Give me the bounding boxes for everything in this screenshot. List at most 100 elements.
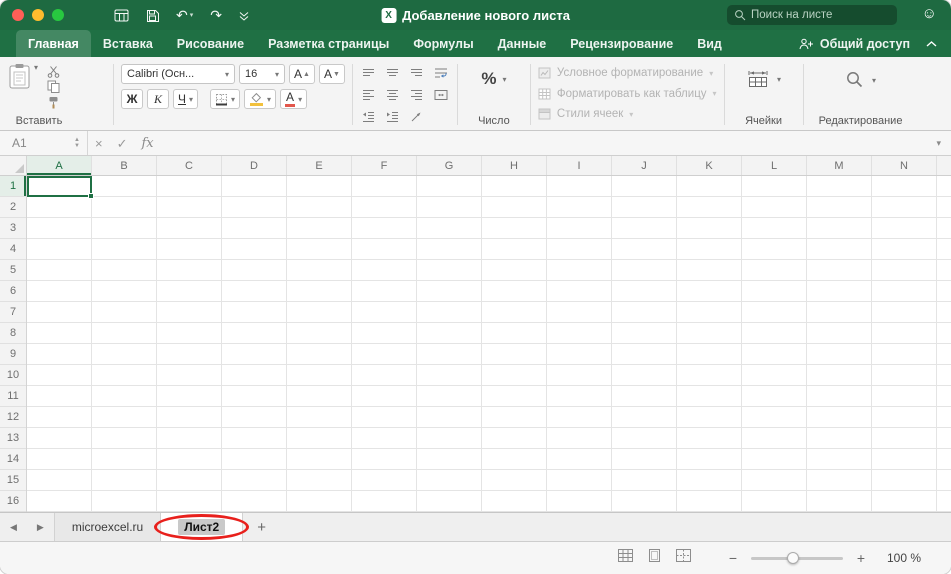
- align-center-icon[interactable]: [386, 89, 399, 101]
- collapse-ribbon-icon[interactable]: [920, 30, 951, 57]
- column-header-L[interactable]: L: [742, 156, 807, 175]
- increase-indent-icon[interactable]: [386, 111, 399, 123]
- align-middle-icon[interactable]: [386, 68, 399, 78]
- merge-cells-icon[interactable]: [434, 89, 448, 101]
- row-header-5[interactable]: 5: [0, 260, 26, 281]
- increase-font-size-button[interactable]: A▲: [289, 64, 315, 84]
- row-header-1[interactable]: 1: [0, 176, 26, 197]
- column-header-F[interactable]: F: [352, 156, 417, 175]
- column-header-K[interactable]: K: [677, 156, 742, 175]
- page-layout-view-icon[interactable]: [648, 549, 661, 567]
- excel-table-icon[interactable]: [114, 9, 129, 22]
- add-sheet-button[interactable]: +: [243, 513, 280, 541]
- row-header-9[interactable]: 9: [0, 344, 26, 365]
- column-header-E[interactable]: E: [287, 156, 352, 175]
- tab-page-layout[interactable]: Разметка страницы: [256, 30, 401, 57]
- font-name-select[interactable]: Calibri (Осн... ▾: [121, 64, 235, 84]
- active-cell-selection[interactable]: [27, 176, 92, 197]
- text-orientation-icon[interactable]: [410, 111, 422, 123]
- sheet-tab-rename-field[interactable]: Лист2: [178, 519, 225, 535]
- paste-dropdown-icon[interactable]: ▾: [34, 63, 38, 72]
- enter-icon[interactable]: ✓: [117, 137, 128, 150]
- normal-view-icon[interactable]: [618, 549, 633, 567]
- font-color-button[interactable]: А ▾: [280, 89, 307, 109]
- feedback-smiley-icon[interactable]: ☺: [922, 6, 937, 21]
- tab-data[interactable]: Данные: [486, 30, 559, 57]
- paste-button[interactable]: ▾: [8, 61, 38, 115]
- row-header-7[interactable]: 7: [0, 302, 26, 323]
- copy-icon[interactable]: [47, 80, 60, 94]
- cells-canvas[interactable]: [27, 176, 951, 512]
- customize-toolbar-icon[interactable]: [239, 10, 249, 21]
- name-box-stepper[interactable]: ▲▼: [74, 137, 80, 149]
- align-right-icon[interactable]: [410, 89, 423, 101]
- redo-icon[interactable]: ↷: [210, 8, 222, 22]
- font-size-select[interactable]: 16 ▾: [239, 64, 285, 84]
- column-header-D[interactable]: D: [222, 156, 287, 175]
- insert-function-icon[interactable]: fx: [142, 137, 154, 150]
- underline-button[interactable]: Ч▾: [173, 89, 198, 109]
- decrease-indent-icon[interactable]: [362, 111, 375, 123]
- column-header-H[interactable]: H: [482, 156, 547, 175]
- column-header-A[interactable]: A: [27, 156, 92, 175]
- column-header-M[interactable]: M: [807, 156, 872, 175]
- tab-draw[interactable]: Рисование: [165, 30, 256, 57]
- zoom-slider-thumb[interactable]: [787, 552, 799, 564]
- format-painter-icon[interactable]: [47, 95, 60, 109]
- zoom-button[interactable]: [52, 9, 64, 21]
- row-header-8[interactable]: 8: [0, 323, 26, 344]
- tab-formulas[interactable]: Формулы: [401, 30, 485, 57]
- name-box[interactable]: A1 ▲▼: [0, 131, 88, 155]
- column-header-B[interactable]: B: [92, 156, 157, 175]
- conditional-formatting-button[interactable]: Условное форматирование ▾: [538, 63, 717, 83]
- align-left-icon[interactable]: [362, 89, 375, 101]
- share-button[interactable]: Общий доступ: [789, 30, 920, 57]
- undo-dropdown-icon[interactable]: ▾: [190, 12, 194, 19]
- row-header-2[interactable]: 2: [0, 197, 26, 218]
- cell-styles-button[interactable]: Стили ячеек ▾: [538, 104, 717, 124]
- sheet-tab-list2[interactable]: Лист2: [161, 513, 243, 541]
- column-header-N[interactable]: N: [872, 156, 937, 175]
- select-all-corner[interactable]: [0, 156, 27, 175]
- cut-icon[interactable]: [47, 64, 60, 78]
- column-header-I[interactable]: I: [547, 156, 612, 175]
- zoom-in-button[interactable]: +: [855, 551, 867, 565]
- sheet-tab-microexcel[interactable]: microexcel.ru: [54, 513, 161, 541]
- decrease-font-size-button[interactable]: A▼: [319, 64, 345, 84]
- formula-bar-expand-icon[interactable]: ▾: [926, 138, 951, 149]
- row-header-4[interactable]: 4: [0, 239, 26, 260]
- row-header-12[interactable]: 12: [0, 407, 26, 428]
- row-header-15[interactable]: 15: [0, 470, 26, 491]
- format-as-table-button[interactable]: Форматировать как таблицу ▾: [538, 84, 717, 104]
- zoom-level-label[interactable]: 100 %: [879, 551, 921, 565]
- tab-review[interactable]: Рецензирование: [558, 30, 685, 57]
- minimize-button[interactable]: [32, 9, 44, 21]
- bold-button[interactable]: Ж: [121, 89, 143, 109]
- italic-button[interactable]: К: [147, 89, 169, 109]
- align-top-icon[interactable]: [362, 68, 375, 78]
- column-header-G[interactable]: G: [417, 156, 482, 175]
- find-select-button[interactable]: ▾: [811, 61, 911, 90]
- tab-home[interactable]: Главная: [16, 30, 91, 57]
- zoom-out-button[interactable]: −: [727, 551, 739, 565]
- column-header-J[interactable]: J: [612, 156, 677, 175]
- search-box[interactable]: Поиск на листе: [727, 5, 897, 25]
- row-header-16[interactable]: 16: [0, 491, 26, 512]
- undo-icon[interactable]: ↶▾: [176, 8, 193, 22]
- fill-handle[interactable]: [88, 193, 94, 199]
- row-header-11[interactable]: 11: [0, 386, 26, 407]
- percent-style-button[interactable]: % ▾: [465, 61, 523, 89]
- page-break-view-icon[interactable]: [676, 549, 691, 567]
- save-icon[interactable]: [146, 9, 159, 22]
- align-bottom-icon[interactable]: [410, 68, 423, 78]
- column-header-C[interactable]: C: [157, 156, 222, 175]
- sheet-nav-left-icon[interactable]: ◀: [0, 513, 27, 541]
- sheet-nav-right-icon[interactable]: ▶: [27, 513, 54, 541]
- formula-input[interactable]: [161, 131, 927, 155]
- zoom-slider[interactable]: [751, 557, 843, 560]
- close-button[interactable]: [12, 9, 24, 21]
- row-header-3[interactable]: 3: [0, 218, 26, 239]
- cells-button[interactable]: ▾: [732, 61, 796, 88]
- tab-insert[interactable]: Вставка: [91, 30, 165, 57]
- row-header-6[interactable]: 6: [0, 281, 26, 302]
